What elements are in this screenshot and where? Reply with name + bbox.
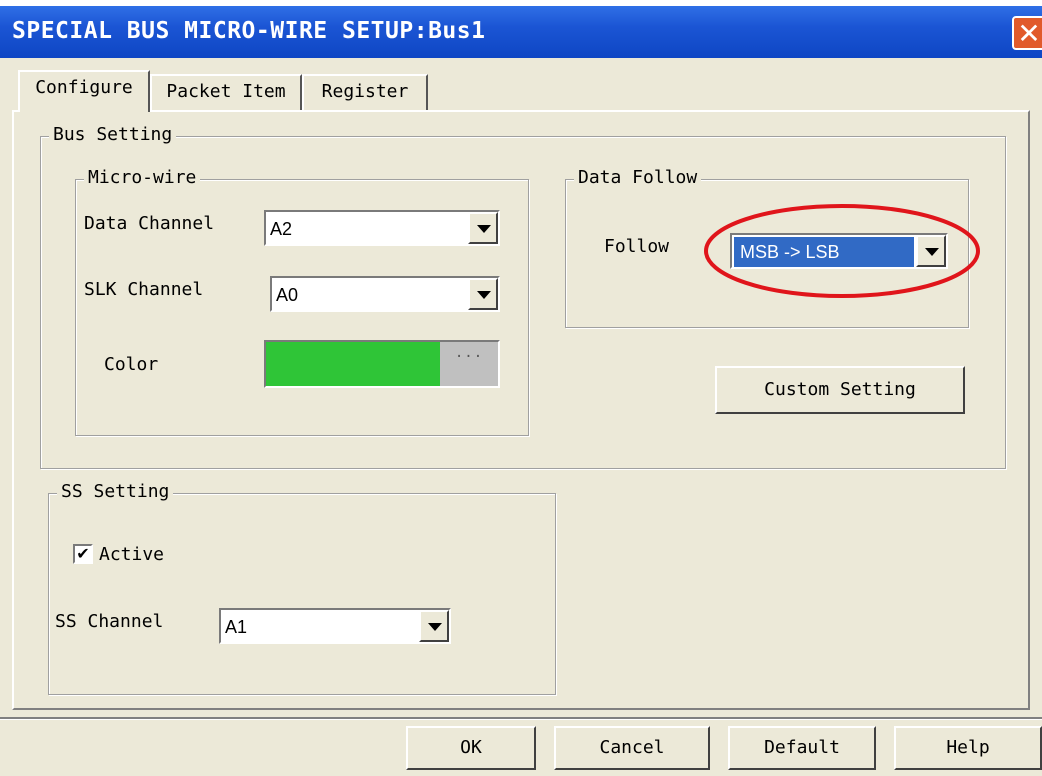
bus-setting-legend: Bus Setting — [49, 124, 177, 146]
color-picker[interactable]: ··· — [264, 340, 500, 388]
close-button[interactable]: ✕ — [1012, 16, 1042, 50]
chevron-down-icon — [477, 291, 491, 299]
tab-packet-item-label: Packet Item — [166, 81, 286, 102]
bus-setting-group: Bus Setting Micro-wire Data Channel A2 S… — [40, 124, 1006, 469]
slk-channel-dropdown-button[interactable] — [468, 278, 498, 310]
color-swatch — [266, 342, 440, 386]
active-checkbox[interactable]: ✔ — [73, 544, 93, 564]
configure-tab-panel: Bus Setting Micro-wire Data Channel A2 S… — [12, 110, 1030, 710]
ss-setting-legend: SS Setting — [57, 481, 174, 503]
follow-label: Follow — [604, 236, 670, 257]
ss-channel-dropdown-button[interactable] — [419, 610, 449, 642]
active-label: Active — [99, 544, 165, 565]
data-follow-group: Data Follow Follow MSB -> LSB — [565, 167, 980, 328]
ss-channel-select[interactable]: A1 — [219, 608, 451, 644]
data-channel-dropdown-button[interactable] — [468, 212, 498, 244]
cancel-button[interactable]: Cancel — [554, 726, 710, 770]
data-channel-select[interactable]: A2 — [264, 210, 500, 246]
tab-configure-label: Configure — [35, 77, 133, 98]
data-follow-legend: Data Follow — [574, 167, 702, 189]
ss-channel-label: SS Channel — [55, 611, 164, 632]
ok-button[interactable]: OK — [406, 726, 536, 770]
slk-channel-select[interactable]: A0 — [270, 276, 500, 312]
slk-channel-value: A0 — [276, 285, 299, 305]
data-channel-value: A2 — [270, 219, 293, 239]
title-bar[interactable]: SPECIAL BUS MICRO-WIRE SETUP:Bus1 ✕ — [0, 6, 1042, 58]
button-bar-separator — [0, 717, 1042, 720]
help-button[interactable]: Help — [894, 726, 1042, 770]
color-more-button[interactable]: ··· — [440, 342, 498, 386]
tab-configure[interactable]: Configure — [18, 70, 150, 112]
window-title: SPECIAL BUS MICRO-WIRE SETUP:Bus1 — [12, 18, 486, 44]
micro-wire-group: Micro-wire Data Channel A2 SLK Channel A… — [75, 167, 529, 436]
checkmark-icon: ✔ — [76, 544, 90, 563]
tab-register[interactable]: Register — [302, 74, 428, 110]
data-channel-label: Data Channel — [84, 213, 215, 234]
chevron-down-icon — [428, 623, 442, 631]
custom-setting-button[interactable]: Custom Setting — [715, 366, 965, 414]
ss-channel-value: A1 — [225, 617, 248, 637]
slk-channel-label: SLK Channel — [84, 279, 204, 300]
tab-register-label: Register — [321, 81, 409, 102]
dialog-client-area: Configure Packet Item Register Bus Setti… — [0, 58, 1042, 776]
ss-setting-group: SS Setting ✔ Active SS Channel A1 — [48, 481, 556, 695]
highlight-ellipse — [704, 204, 980, 298]
chevron-down-icon — [477, 225, 491, 233]
color-label: Color — [104, 354, 159, 375]
default-button[interactable]: Default — [728, 726, 876, 770]
micro-wire-legend: Micro-wire — [84, 167, 201, 189]
close-icon: ✕ — [1017, 17, 1041, 50]
tab-packet-item[interactable]: Packet Item — [150, 74, 302, 110]
